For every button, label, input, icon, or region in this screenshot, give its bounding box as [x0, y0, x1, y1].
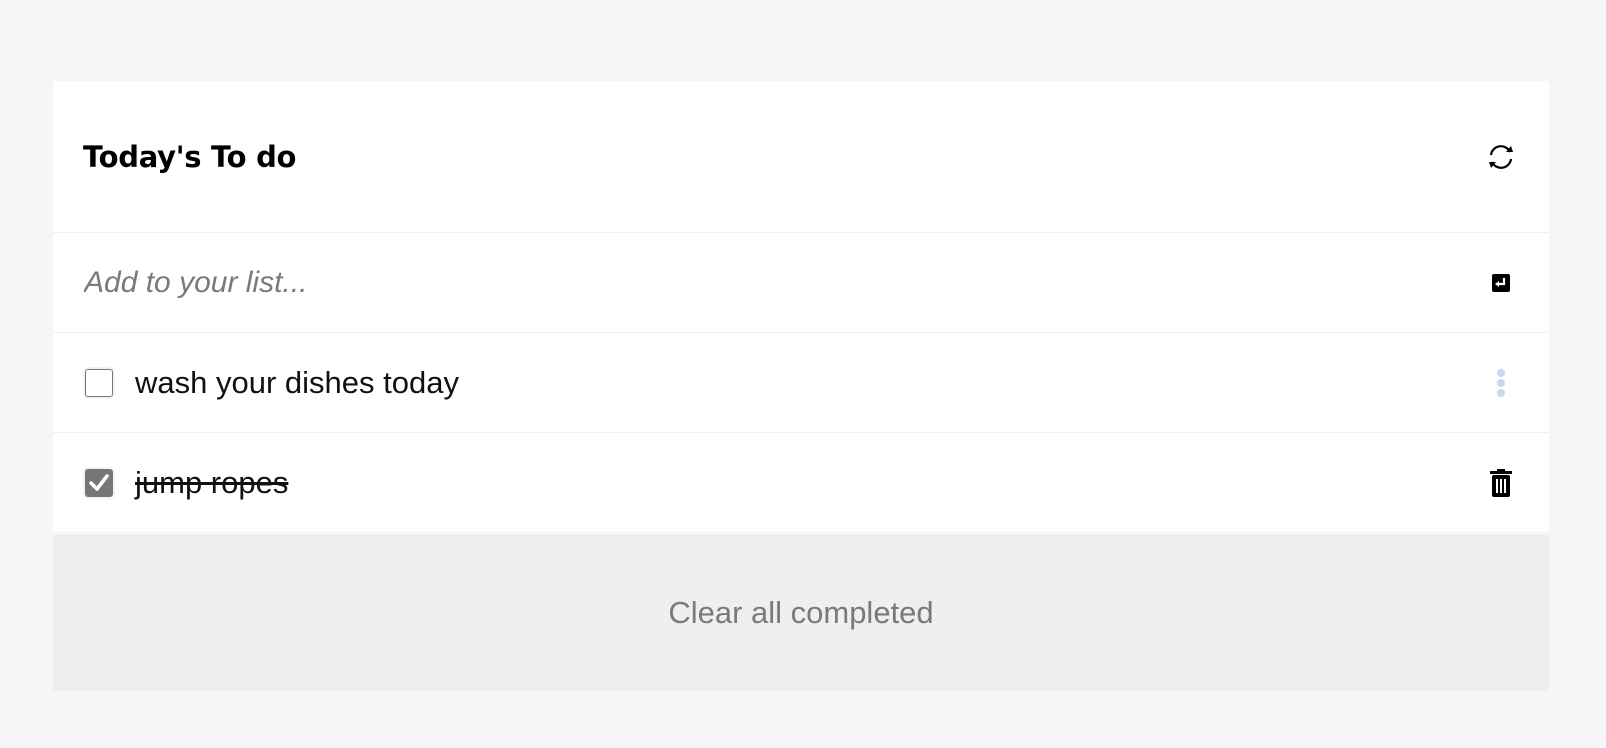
- refresh-icon: [1489, 144, 1513, 169]
- more-vertical-icon: [1497, 368, 1505, 397]
- add-item-submit-button[interactable]: [1483, 265, 1519, 301]
- add-item-input[interactable]: [84, 265, 1384, 300]
- todo-text: jump ropes: [135, 464, 289, 500]
- enter-icon: [1492, 273, 1510, 292]
- todo-checkbox[interactable]: [85, 468, 113, 497]
- trash-icon: [1490, 468, 1512, 497]
- todo-text: wash your dishes today: [135, 364, 459, 400]
- page-title: Today's To do: [83, 139, 297, 174]
- refresh-button[interactable]: [1483, 139, 1519, 175]
- todo-more-button[interactable]: [1483, 365, 1519, 401]
- checkmark-icon: [89, 473, 109, 491]
- todo-checkbox[interactable]: [85, 368, 113, 397]
- todo-delete-button[interactable]: [1483, 465, 1519, 501]
- todo-item: wash your dishes today: [53, 333, 1549, 433]
- todo-item: jump ropes: [53, 433, 1549, 533]
- todo-card: Today's To do wash your dishes today: [53, 81, 1549, 691]
- clear-completed-label: Clear all completed: [668, 594, 934, 630]
- add-item-row: [53, 233, 1549, 333]
- clear-completed-button[interactable]: Clear all completed: [53, 534, 1549, 691]
- todo-header: Today's To do: [53, 81, 1549, 233]
